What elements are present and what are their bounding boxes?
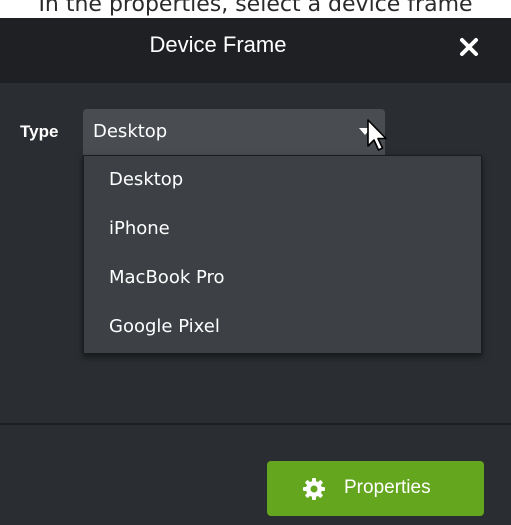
type-select-value: Desktop — [93, 121, 168, 142]
close-button[interactable] — [458, 36, 480, 58]
dropdown-option-label: Google Pixel — [109, 316, 220, 337]
dialog-title: Device Frame — [149, 32, 287, 57]
mouse-pointer-icon — [367, 119, 387, 151]
footer-divider — [0, 423, 511, 425]
type-dropdown-list: Desktop iPhone MacBook Pro Google Pixel — [83, 155, 482, 354]
properties-button[interactable]: Properties — [267, 461, 484, 516]
dropdown-option-google-pixel[interactable]: Google Pixel — [84, 303, 481, 351]
close-icon — [460, 38, 478, 56]
device-frame-dialog: Device Frame Type Desktop Desktop iPhone… — [0, 18, 511, 525]
type-select[interactable]: Desktop — [83, 109, 385, 155]
dropdown-option-label: MacBook Pro — [109, 267, 225, 288]
dropdown-option-iphone[interactable]: iPhone — [84, 205, 481, 253]
dropdown-option-label: Desktop — [109, 169, 184, 190]
gear-icon — [303, 478, 325, 500]
dropdown-option-macbook-pro[interactable]: MacBook Pro — [84, 254, 481, 302]
properties-button-label: Properties — [344, 477, 431, 498]
dialog-titlebar: Device Frame — [0, 18, 511, 83]
dropdown-option-desktop[interactable]: Desktop — [84, 156, 481, 204]
screenshot-stage: In the properties, select a device frame… — [0, 0, 511, 525]
dropdown-option-label: iPhone — [109, 218, 170, 239]
type-label: Type — [20, 122, 59, 141]
instruction-caption: In the properties, select a device frame — [38, 0, 473, 17]
